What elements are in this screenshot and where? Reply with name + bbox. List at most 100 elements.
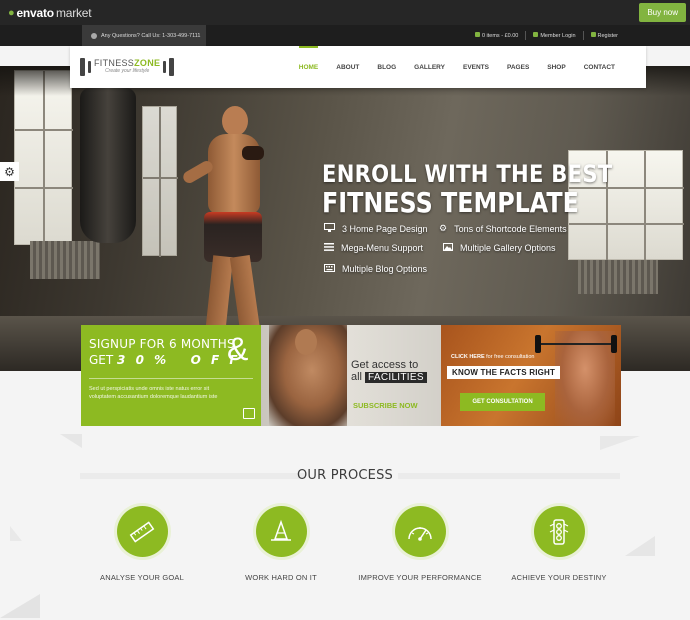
feature-label: 3 Home Page Design xyxy=(342,223,428,234)
envato-logo-main: envato xyxy=(16,5,54,20)
access-line1: Get access to xyxy=(351,359,419,371)
signup-line2: GET 3 0 % O F F xyxy=(89,353,241,367)
site-logo[interactable]: FITNESSZONE Create your lifestyle xyxy=(80,56,175,78)
site-topbar: Any Questions? Call Us: 1-303-499-7111 0… xyxy=(0,25,690,46)
gift-icon xyxy=(243,408,255,419)
speedometer-icon xyxy=(394,506,446,557)
access-all: all xyxy=(351,371,363,383)
nav-home[interactable]: HOME xyxy=(290,46,328,88)
site-header: FITNESSZONE Create your lifestyle HOME A… xyxy=(70,46,646,88)
feature-label: Tons of Shortcode Elements xyxy=(454,223,567,234)
feature-label: Mega-Menu Support xyxy=(341,243,424,253)
process-section: OUR PROCESS ANALYSE YOUR GOAL WORK HARD … xyxy=(0,426,690,620)
keyboard-icon xyxy=(324,264,335,274)
envato-logo-sub: market xyxy=(55,5,92,20)
feature-item: ⚙ Tons of Shortcode Elements xyxy=(439,223,567,234)
nav-pages[interactable]: PAGES xyxy=(498,46,538,88)
radiator xyxy=(578,260,658,294)
dumbbell-plate xyxy=(163,61,167,73)
login-link[interactable]: Member Login xyxy=(533,32,576,39)
logo-name: FITNESSZONE xyxy=(94,59,160,68)
logo-tagline: Create your lifestyle xyxy=(105,68,150,74)
signup-line1: SIGNUP FOR 6 MONTHS xyxy=(89,337,235,351)
click-here-bold: CLICK HERE xyxy=(451,354,485,360)
feature-item: 3 Home Page Design xyxy=(324,223,428,234)
nav-gallery[interactable]: GALLERY xyxy=(405,46,454,88)
cone-icon xyxy=(255,506,307,557)
register-text: Register xyxy=(597,33,618,39)
consultation-promo[interactable]: CLICK HERE for free consultation KNOW TH… xyxy=(441,325,621,426)
step-label: WORK HARD ON IT xyxy=(245,573,317,582)
access-line2: all FACILITIES xyxy=(351,371,427,383)
process-step: ACHIEVE YOUR DESTINY xyxy=(489,506,629,582)
divider xyxy=(525,31,527,40)
decor-triangle xyxy=(600,436,640,450)
nav-contact[interactable]: CONTACT xyxy=(575,46,624,88)
monitor-icon xyxy=(324,223,335,234)
nav-shop[interactable]: SHOP xyxy=(538,46,574,88)
click-here-text[interactable]: CLICK HERE for free consultation xyxy=(451,354,534,360)
dumbbell-plate xyxy=(88,61,91,73)
divider xyxy=(582,31,584,40)
feature-label: Multiple Blog Options xyxy=(342,264,428,274)
hero-title-line2: FITNESS TEMPLATE xyxy=(322,186,579,219)
process-step: ANALYSE YOUR GOAL xyxy=(72,506,212,582)
image-icon xyxy=(443,243,453,253)
buy-now-button[interactable]: Buy now xyxy=(639,3,686,22)
decor-triangle xyxy=(0,594,40,618)
nav-events[interactable]: EVENTS xyxy=(454,46,498,88)
barbell-plate xyxy=(611,335,617,353)
get-consultation-button[interactable]: GET CONSULTATION xyxy=(460,393,545,411)
logo-text: FITNESSZONE Create your lifestyle xyxy=(94,59,160,75)
feature-item: Multiple Gallery Options xyxy=(443,243,556,253)
feature-item: Multiple Blog Options xyxy=(324,264,427,274)
feature-item: Mega-Menu Support xyxy=(324,243,423,253)
dumbbell-right-icon xyxy=(169,58,175,76)
cart-link[interactable]: 0 items - £0.00 xyxy=(474,32,519,39)
contact-text: Any Questions? Call Us: 1-303-499-7111 xyxy=(101,32,201,39)
divider xyxy=(89,378,253,379)
access-facilities: FACILITIES xyxy=(365,371,427,383)
step-label: IMPROVE YOUR PERFORMANCE xyxy=(358,573,482,582)
login-icon xyxy=(533,32,539,37)
signup-off: 3 0 % O F F xyxy=(117,353,241,367)
facilities-promo[interactable]: Get access to all FACILITIES SUBSCRIBE NO… xyxy=(261,325,441,426)
ruler-icon xyxy=(116,506,168,557)
decor-triangle xyxy=(60,434,82,448)
phone-icon xyxy=(91,32,97,39)
know-facts-label: KNOW THE FACTS RIGHT xyxy=(447,366,561,379)
hero-title-line1: ENROLL WITH THE BEST xyxy=(322,160,613,188)
step-label: ANALYSE YOUR GOAL xyxy=(100,573,184,582)
gears-icon: ⚙ xyxy=(439,223,448,233)
window-mid xyxy=(142,106,178,257)
process-step: WORK HARD ON IT xyxy=(211,506,351,582)
signup-get: GET xyxy=(89,353,114,367)
nav-blog[interactable]: BLOG xyxy=(368,46,405,88)
main-nav: HOME ABOUT BLOG GALLERY EVENTS PAGES SHO… xyxy=(290,46,624,88)
process-step: IMPROVE YOUR PERFORMANCE xyxy=(350,506,490,582)
leaf-icon: ● xyxy=(8,6,15,19)
dumbbell-left-icon xyxy=(80,58,85,76)
menu-icon xyxy=(324,243,334,253)
traffic-light-icon xyxy=(533,506,585,557)
envato-logo[interactable]: ● envato market xyxy=(8,5,92,20)
barbell-plate xyxy=(535,335,541,353)
radiator xyxy=(30,241,100,279)
contact-info: Any Questions? Call Us: 1-303-499-7111 xyxy=(82,25,206,46)
signup-ampersand: & xyxy=(227,331,249,367)
settings-gear-icon[interactable]: ⚙ xyxy=(0,162,19,181)
decor-triangle xyxy=(625,536,655,556)
signup-promo[interactable]: SIGNUP FOR 6 MONTHS GET 3 0 % O F F & Se… xyxy=(81,325,261,426)
cart-text: 0 items - £0.00 xyxy=(481,33,519,39)
register-link[interactable]: Register xyxy=(590,32,618,39)
envato-bar: ● envato market Buy now xyxy=(0,0,690,25)
barbell-icon xyxy=(541,343,613,345)
nav-about[interactable]: ABOUT xyxy=(327,46,368,88)
cart-icon xyxy=(474,32,480,37)
decor-triangle xyxy=(10,526,22,541)
subscribe-now-link[interactable]: SUBSCRIBE NOW xyxy=(353,401,418,410)
login-text: Member Login xyxy=(540,33,576,39)
muscle-man-image xyxy=(269,325,347,426)
window-left xyxy=(14,70,73,246)
signup-description: Sed ut perspiciatis unde omnis iste natu… xyxy=(89,386,218,400)
